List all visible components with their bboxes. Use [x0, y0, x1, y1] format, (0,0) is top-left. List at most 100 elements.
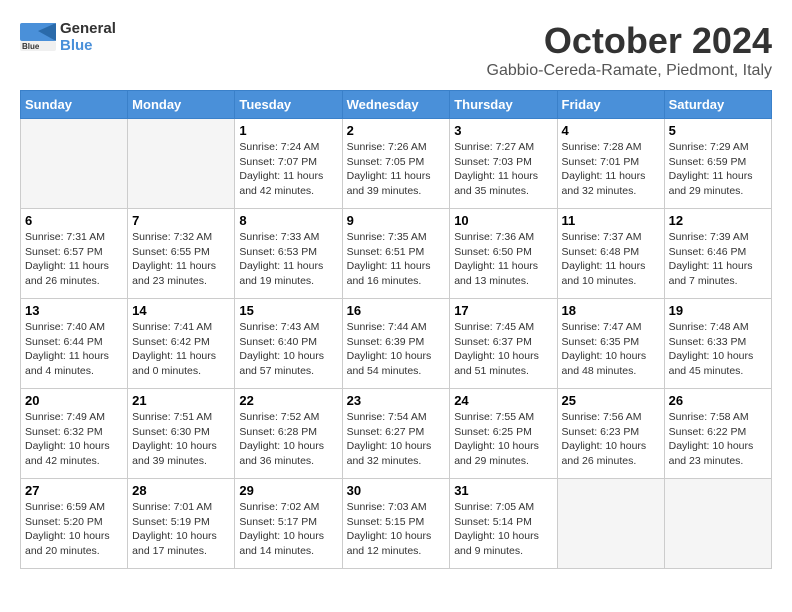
- sunrise-text: Sunrise: 7:32 AM: [132, 230, 230, 245]
- day-number: 27: [25, 483, 123, 498]
- sunset-text: Sunset: 6:40 PM: [239, 335, 337, 350]
- sunrise-text: Sunrise: 7:03 AM: [347, 500, 446, 515]
- calendar-week-row: 20 Sunrise: 7:49 AMSunset: 6:32 PMDayligh…: [21, 389, 772, 479]
- day-info: Sunrise: 7:49 AMSunset: 6:32 PMDaylight:…: [25, 410, 123, 469]
- day-info: Sunrise: 7:48 AMSunset: 6:33 PMDaylight:…: [669, 320, 767, 379]
- calendar-table: Sunday Monday Tuesday Wednesday Thursday…: [20, 90, 772, 569]
- day-number: 13: [25, 303, 123, 318]
- sunrise-text: Sunrise: 7:31 AM: [25, 230, 123, 245]
- calendar-cell: 30 Sunrise: 7:03 AMSunset: 5:15 PMDayligh…: [342, 479, 450, 569]
- calendar-cell: 13 Sunrise: 7:40 AMSunset: 6:44 PMDayligh…: [21, 299, 128, 389]
- day-info: Sunrise: 7:47 AMSunset: 6:35 PMDaylight:…: [562, 320, 660, 379]
- sunset-text: Sunset: 6:35 PM: [562, 335, 660, 350]
- day-info: Sunrise: 7:43 AMSunset: 6:40 PMDaylight:…: [239, 320, 337, 379]
- day-number: 17: [454, 303, 552, 318]
- sunrise-text: Sunrise: 7:55 AM: [454, 410, 552, 425]
- calendar-cell: 11 Sunrise: 7:37 AMSunset: 6:48 PMDayligh…: [557, 209, 664, 299]
- daylight-text: Daylight: 10 hours and 45 minutes.: [669, 349, 767, 378]
- sunset-text: Sunset: 6:46 PM: [669, 245, 767, 260]
- sunrise-text: Sunrise: 7:27 AM: [454, 140, 552, 155]
- calendar-cell: 4Sunrise: 7:28 AMSunset: 7:01 PMDaylight…: [557, 119, 664, 209]
- day-info: Sunrise: 7:05 AMSunset: 5:14 PMDaylight:…: [454, 500, 552, 559]
- sunset-text: Sunset: 6:28 PM: [239, 425, 337, 440]
- calendar-cell: 14Sunrise: 7:41 AMSunset: 6:42 PMDayligh…: [128, 299, 235, 389]
- day-info: Sunrise: 7:31 AMSunset: 6:57 PMDaylight:…: [25, 230, 123, 289]
- sunset-text: Sunset: 7:05 PM: [347, 155, 446, 170]
- sunrise-text: Sunrise: 7:05 AM: [454, 500, 552, 515]
- day-info: Sunrise: 6:59 AMSunset: 5:20 PMDaylight:…: [25, 500, 123, 559]
- calendar-cell: 2 Sunrise: 7:26 AMSunset: 7:05 PMDaylight…: [342, 119, 450, 209]
- day-info: Sunrise: 7:03 AMSunset: 5:15 PMDaylight:…: [347, 500, 446, 559]
- daylight-text: Daylight: 11 hours and 23 minutes.: [132, 259, 230, 288]
- day-number: 30: [347, 483, 446, 498]
- col-friday: Friday: [557, 91, 664, 119]
- day-number: 1: [239, 123, 337, 138]
- sunset-text: Sunset: 6:30 PM: [132, 425, 230, 440]
- sunset-text: Sunset: 6:37 PM: [454, 335, 552, 350]
- daylight-text: Daylight: 11 hours and 19 minutes.: [239, 259, 337, 288]
- day-number: 7: [132, 213, 230, 228]
- calendar-week-row: 13 Sunrise: 7:40 AMSunset: 6:44 PMDayligh…: [21, 299, 772, 389]
- sunset-text: Sunset: 5:17 PM: [239, 515, 337, 530]
- day-info: Sunrise: 7:58 AMSunset: 6:22 PMDaylight:…: [669, 410, 767, 469]
- month-title: October 2024: [487, 20, 772, 62]
- sunset-text: Sunset: 5:20 PM: [25, 515, 123, 530]
- day-info: Sunrise: 7:26 AMSunset: 7:05 PMDaylight:…: [347, 140, 446, 199]
- daylight-text: Daylight: 10 hours and 17 minutes.: [132, 529, 230, 558]
- page-header: Blue General Blue October 2024 Gabbio-Ce…: [20, 20, 772, 80]
- col-thursday: Thursday: [450, 91, 557, 119]
- sunset-text: Sunset: 6:59 PM: [669, 155, 767, 170]
- daylight-text: Daylight: 10 hours and 12 minutes.: [347, 529, 446, 558]
- calendar-cell: 25 Sunrise: 7:56 AMSunset: 6:23 PMDayligh…: [557, 389, 664, 479]
- day-info: Sunrise: 7:24 AMSunset: 7:07 PMDaylight:…: [239, 140, 337, 199]
- calendar-cell: 3Sunrise: 7:27 AMSunset: 7:03 PMDaylight…: [450, 119, 557, 209]
- daylight-text: Daylight: 10 hours and 36 minutes.: [239, 439, 337, 468]
- daylight-text: Daylight: 10 hours and 14 minutes.: [239, 529, 337, 558]
- col-monday: Monday: [128, 91, 235, 119]
- day-number: 11: [562, 213, 660, 228]
- sunset-text: Sunset: 7:07 PM: [239, 155, 337, 170]
- day-number: 25: [562, 393, 660, 408]
- title-area: October 2024 Gabbio-Cereda-Ramate, Piedm…: [487, 20, 772, 80]
- calendar-cell: 21Sunrise: 7:51 AMSunset: 6:30 PMDayligh…: [128, 389, 235, 479]
- calendar-cell: 7 Sunrise: 7:32 AMSunset: 6:55 PMDaylight…: [128, 209, 235, 299]
- day-info: Sunrise: 7:44 AMSunset: 6:39 PMDaylight:…: [347, 320, 446, 379]
- sunrise-text: Sunrise: 7:43 AM: [239, 320, 337, 335]
- day-number: 23: [347, 393, 446, 408]
- sunrise-text: Sunrise: 7:39 AM: [669, 230, 767, 245]
- sunrise-text: Sunrise: 7:52 AM: [239, 410, 337, 425]
- calendar-week-row: 27 Sunrise: 6:59 AMSunset: 5:20 PMDayligh…: [21, 479, 772, 569]
- sunset-text: Sunset: 7:01 PM: [562, 155, 660, 170]
- sunset-text: Sunset: 6:33 PM: [669, 335, 767, 350]
- daylight-text: Daylight: 11 hours and 7 minutes.: [669, 259, 767, 288]
- sunrise-text: Sunrise: 7:44 AM: [347, 320, 446, 335]
- calendar-cell: [21, 119, 128, 209]
- logo-general-text: General: [60, 20, 116, 37]
- daylight-text: Daylight: 10 hours and 9 minutes.: [454, 529, 552, 558]
- day-number: 6: [25, 213, 123, 228]
- daylight-text: Daylight: 11 hours and 32 minutes.: [562, 169, 660, 198]
- day-number: 3: [454, 123, 552, 138]
- daylight-text: Daylight: 10 hours and 48 minutes.: [562, 349, 660, 378]
- day-number: 5: [669, 123, 767, 138]
- day-number: 26: [669, 393, 767, 408]
- sunset-text: Sunset: 6:55 PM: [132, 245, 230, 260]
- day-number: 21: [132, 393, 230, 408]
- day-number: 29: [239, 483, 337, 498]
- daylight-text: Daylight: 10 hours and 51 minutes.: [454, 349, 552, 378]
- sunset-text: Sunset: 6:42 PM: [132, 335, 230, 350]
- sunset-text: Sunset: 5:14 PM: [454, 515, 552, 530]
- daylight-text: Daylight: 11 hours and 42 minutes.: [239, 169, 337, 198]
- daylight-text: Daylight: 11 hours and 35 minutes.: [454, 169, 552, 198]
- day-number: 2: [347, 123, 446, 138]
- day-number: 20: [25, 393, 123, 408]
- day-info: Sunrise: 7:39 AMSunset: 6:46 PMDaylight:…: [669, 230, 767, 289]
- sunrise-text: Sunrise: 7:02 AM: [239, 500, 337, 515]
- day-info: Sunrise: 7:37 AMSunset: 6:48 PMDaylight:…: [562, 230, 660, 289]
- daylight-text: Daylight: 10 hours and 32 minutes.: [347, 439, 446, 468]
- day-info: Sunrise: 7:56 AMSunset: 6:23 PMDaylight:…: [562, 410, 660, 469]
- calendar-week-row: 6Sunrise: 7:31 AMSunset: 6:57 PMDaylight…: [21, 209, 772, 299]
- day-info: Sunrise: 7:40 AMSunset: 6:44 PMDaylight:…: [25, 320, 123, 379]
- sunrise-text: Sunrise: 7:45 AM: [454, 320, 552, 335]
- sunset-text: Sunset: 6:57 PM: [25, 245, 123, 260]
